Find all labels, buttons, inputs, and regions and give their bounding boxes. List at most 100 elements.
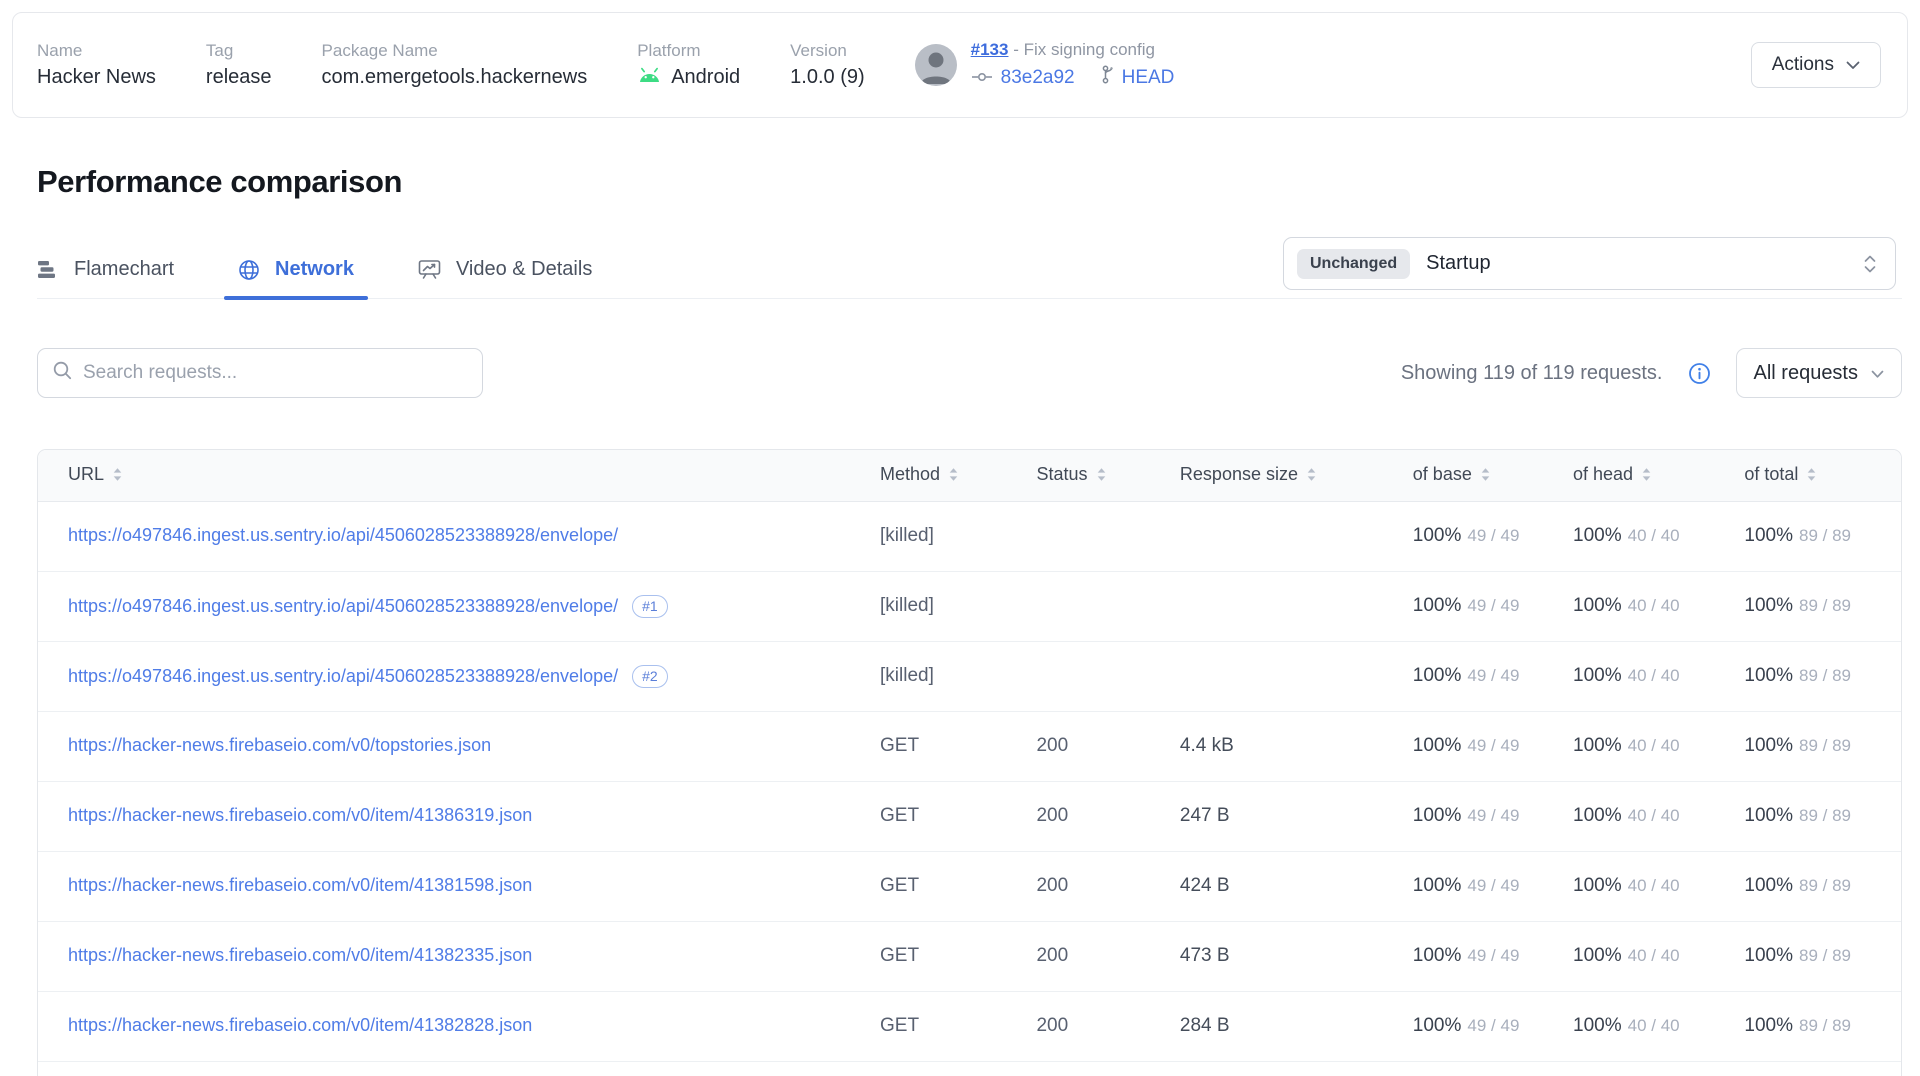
of-base-cell: 100%49 / 49 (1387, 851, 1547, 921)
tab-video-details[interactable]: Video & Details (418, 258, 592, 298)
of-head-cell: 100%40 / 40 (1547, 851, 1718, 921)
field-package-name-label: Package Name (322, 41, 588, 61)
requests-table: URL Method Status Response size of base … (37, 449, 1902, 1076)
scenario-select[interactable]: Unchanged Startup (1283, 237, 1896, 290)
actions-button[interactable]: Actions (1751, 42, 1881, 88)
request-count-badge: #1 (632, 595, 668, 618)
of-head-cell: 100%40 / 40 (1547, 711, 1718, 781)
column-header-of-head[interactable]: of head (1547, 450, 1718, 501)
method-cell: GET (854, 851, 1010, 921)
requests-filter-label: All requests (1754, 362, 1859, 385)
field-tag: Tag release (206, 41, 272, 89)
request-url-link[interactable]: https://hacker-news.firebaseio.com/v0/it… (68, 945, 532, 965)
field-package-name-value: com.emergetools.hackernews (322, 66, 588, 89)
field-platform: Platform Android (637, 41, 740, 89)
scenario-status-badge: Unchanged (1297, 249, 1410, 279)
of-base-cell (1387, 1061, 1547, 1076)
of-total-cell: 100%89 / 89 (1718, 991, 1901, 1061)
status-cell: 200 (1010, 851, 1153, 921)
method-cell (854, 1061, 1010, 1076)
request-url-link[interactable]: https://o497846.ingest.us.sentry.io/api/… (68, 525, 618, 545)
method-cell: [killed] (854, 641, 1010, 711)
response-size-cell: 424 B (1154, 851, 1387, 921)
field-platform-value: Android (637, 66, 740, 89)
column-header-of-base[interactable]: of base (1387, 450, 1547, 501)
of-total-cell: 100%89 / 89 (1718, 781, 1901, 851)
table-row: https://hacker-news.firebaseio.com/v0/it… (38, 921, 1901, 991)
column-header-method[interactable]: Method (854, 450, 1010, 501)
of-base-cell: 100%49 / 49 (1387, 991, 1547, 1061)
info-icon[interactable] (1688, 362, 1711, 385)
request-url-link[interactable]: https://hacker-news.firebaseio.com/v0/to… (68, 735, 491, 755)
table-row: https://hacker-news.firebaseio.com/v0/it… (38, 991, 1901, 1061)
platform-text: Android (671, 66, 740, 89)
column-header-response-size[interactable]: Response size (1154, 450, 1387, 501)
request-count-badge: #2 (632, 665, 668, 688)
column-header-of-total[interactable]: of total (1718, 450, 1901, 501)
of-total-cell: 100%89 / 89 (1718, 641, 1901, 711)
method-cell: [killed] (854, 501, 1010, 571)
request-url-link[interactable]: https://o497846.ingest.us.sentry.io/api/… (68, 666, 618, 686)
pr-message: - Fix signing config (1013, 40, 1155, 59)
method-cell: GET (854, 781, 1010, 851)
status-cell: 200 (1010, 781, 1153, 851)
field-version: Version 1.0.0 (9) (790, 41, 864, 89)
response-size-cell (1154, 641, 1387, 711)
request-url-link[interactable]: https://hacker-news.firebaseio.com/v0/it… (68, 805, 532, 825)
of-head-cell: 100%40 / 40 (1547, 571, 1718, 641)
requests-table-body: https://o497846.ingest.us.sentry.io/api/… (38, 501, 1901, 1076)
tab-network[interactable]: Network (238, 258, 354, 298)
status-cell (1010, 501, 1153, 571)
request-url-link[interactable]: https://hacker-news.firebaseio.com/v0/it… (68, 1015, 532, 1035)
request-url-link[interactable]: https://hacker-news.firebaseio.com/v0/it… (68, 875, 532, 895)
scenario-value: Startup (1426, 252, 1490, 275)
table-row (38, 1061, 1901, 1076)
tab-flamechart[interactable]: Flamechart (37, 258, 174, 298)
method-cell: [killed] (854, 571, 1010, 641)
sort-icon (1096, 466, 1107, 486)
branch-icon (1101, 65, 1116, 90)
request-url-link[interactable]: https://o497846.ingest.us.sentry.io/api/… (68, 596, 618, 616)
status-cell (1010, 641, 1153, 711)
response-size-cell (1154, 571, 1387, 641)
table-header-row: URL Method Status Response size of base … (38, 450, 1901, 501)
chevron-down-icon (1846, 54, 1860, 76)
status-cell: 200 (1010, 921, 1153, 991)
search-icon (52, 360, 73, 386)
of-head-cell: 100%40 / 40 (1547, 501, 1718, 571)
field-tag-label: Tag (206, 41, 272, 61)
of-total-cell: 100%89 / 89 (1718, 851, 1901, 921)
of-base-cell: 100%49 / 49 (1387, 711, 1547, 781)
sort-icon (1641, 466, 1652, 486)
response-size-cell (1154, 1061, 1387, 1076)
actions-button-label: Actions (1772, 54, 1834, 76)
field-tag-value: release (206, 66, 272, 89)
pr-number-link[interactable]: #133 (971, 40, 1009, 59)
sort-icon (1480, 466, 1491, 486)
field-platform-label: Platform (637, 41, 740, 61)
branch-link[interactable]: HEAD (1122, 67, 1175, 89)
of-total-cell: 100%89 / 89 (1718, 501, 1901, 571)
field-package-name: Package Name com.emergetools.hackernews (322, 41, 588, 89)
sort-icon (1306, 466, 1317, 486)
sort-icon (112, 466, 123, 486)
column-header-url[interactable]: URL (38, 450, 854, 501)
flamechart-icon (37, 260, 59, 279)
of-base-cell: 100%49 / 49 (1387, 921, 1547, 991)
column-header-status[interactable]: Status (1010, 450, 1153, 501)
avatar (915, 44, 957, 86)
of-head-cell: 100%40 / 40 (1547, 921, 1718, 991)
response-size-cell: 284 B (1154, 991, 1387, 1061)
search-input[interactable] (83, 362, 468, 384)
commit-hash-link[interactable]: 83e2a92 (1001, 67, 1075, 89)
status-cell (1010, 571, 1153, 641)
of-base-cell: 100%49 / 49 (1387, 571, 1547, 641)
build-header-card: Name Hacker News Tag release Package Nam… (12, 12, 1908, 118)
of-head-cell (1547, 1061, 1718, 1076)
response-size-cell: 247 B (1154, 781, 1387, 851)
response-size-cell: 473 B (1154, 921, 1387, 991)
of-total-cell (1718, 1061, 1901, 1076)
requests-filter-button[interactable]: All requests (1736, 348, 1903, 398)
tab-video-details-label: Video & Details (456, 258, 592, 281)
of-total-cell: 100%89 / 89 (1718, 711, 1901, 781)
